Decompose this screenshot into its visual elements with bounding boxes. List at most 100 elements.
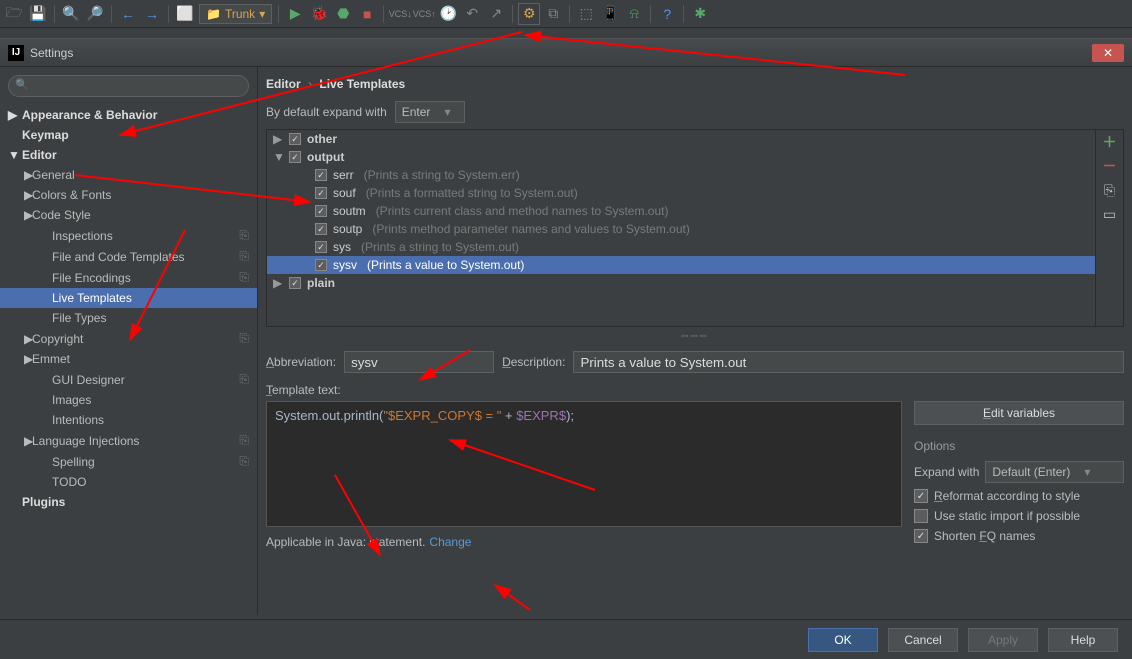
options-title: Options	[914, 439, 1124, 453]
expand-select[interactable]: Enter ▾	[395, 101, 465, 123]
restore-button[interactable]: ▭	[1102, 206, 1118, 222]
back-icon[interactable]: ←	[118, 4, 138, 24]
push-icon[interactable]: ↗	[486, 4, 506, 24]
change-link[interactable]: Change	[429, 535, 471, 549]
sidebar-item[interactable]: ▶Copyright⎘	[0, 328, 257, 349]
tree-arrow-icon: ▶	[24, 434, 33, 448]
sidebar-item[interactable]: ▶Emmet	[0, 349, 257, 369]
template-item[interactable]: serr(Prints a string to System.err)	[267, 166, 1095, 184]
settings-search	[8, 75, 249, 97]
expand-with-select[interactable]: Default (Enter) ▾	[985, 461, 1124, 483]
template-checkbox[interactable]	[315, 259, 327, 271]
chevron-right-icon: ›	[308, 77, 312, 91]
run-config-combo[interactable]: 📁 Trunk ▾	[199, 4, 272, 24]
template-item[interactable]: sysv(Prints a value to System.out)	[267, 256, 1095, 274]
project-structure-icon[interactable]: ⧉	[543, 4, 563, 24]
sidebar-item[interactable]: Keymap	[0, 125, 257, 145]
group-checkbox[interactable]	[289, 151, 301, 163]
sidebar-item[interactable]: Plugins	[0, 492, 257, 512]
reformat-checkbox[interactable]	[914, 489, 928, 503]
forward-icon[interactable]: →	[142, 4, 162, 24]
dialog-titlebar: IJ Settings ✕	[0, 39, 1132, 67]
group-checkbox[interactable]	[289, 277, 301, 289]
binary-icon[interactable]: ⬜	[175, 4, 195, 24]
opt3-label: Shorten FQ names	[934, 529, 1035, 543]
sidebar-item[interactable]: Live Templates	[0, 288, 257, 308]
splitter-grip[interactable]: ┉┉┉	[266, 329, 1124, 343]
android-icon[interactable]: ⍾	[624, 4, 644, 24]
sidebar-item[interactable]: GUI Designer⎘	[0, 369, 257, 390]
sidebar-item[interactable]: ▶Colors & Fonts	[0, 185, 257, 205]
add-button[interactable]: ＋	[1102, 134, 1118, 150]
plugin-icon[interactable]: ✱	[690, 4, 710, 24]
breadcrumb-leaf: Live Templates	[319, 77, 405, 91]
template-item[interactable]: soutp(Prints method parameter names and …	[267, 220, 1095, 238]
vcs-update-icon[interactable]: VCS↓	[390, 4, 410, 24]
dialog-content: ▶Appearance & BehaviorKeymap▼Editor▶Gene…	[0, 67, 1132, 615]
project-badge-icon: ⎘	[239, 270, 249, 285]
shorten-fq-checkbox[interactable]	[914, 529, 928, 543]
abbr-input[interactable]	[344, 351, 494, 373]
ok-button[interactable]: OK	[808, 628, 878, 652]
sidebar-item[interactable]: ▼Editor	[0, 145, 257, 165]
sidebar-item[interactable]: ▶Appearance & Behavior	[0, 105, 257, 125]
template-checkbox[interactable]	[315, 223, 327, 235]
template-checkbox[interactable]	[315, 187, 327, 199]
sdk-icon[interactable]: ⬚	[576, 4, 596, 24]
apply-button[interactable]: Apply	[968, 628, 1038, 652]
search-icon[interactable]: 🔍	[61, 4, 81, 24]
close-icon[interactable]: ✕	[1092, 44, 1124, 62]
sidebar-item[interactable]: File Types	[0, 308, 257, 328]
template-desc: (Prints method parameter names and value…	[372, 222, 1089, 236]
revert-icon[interactable]: ↶	[462, 4, 482, 24]
static-import-checkbox[interactable]	[914, 509, 928, 523]
template-checkbox[interactable]	[315, 169, 327, 181]
dialog-footer: OK Cancel Apply Help	[0, 619, 1132, 659]
copy-button[interactable]: ⎘	[1102, 182, 1118, 198]
template-item[interactable]: souf(Prints a formatted string to System…	[267, 184, 1095, 202]
edit-variables-button[interactable]: Edit variables	[914, 401, 1124, 425]
debug-icon[interactable]: 🐞	[309, 4, 329, 24]
vcs-commit-icon[interactable]: VCS↑	[414, 4, 434, 24]
history-icon[interactable]: 🕑	[438, 4, 458, 24]
template-group[interactable]: ▶other	[267, 130, 1095, 148]
template-text-area[interactable]: System.out.println("$EXPR_COPY$ = " + $E…	[266, 401, 902, 527]
cancel-button[interactable]: Cancel	[888, 628, 958, 652]
sidebar-item-label: File and Code Templates	[52, 250, 185, 264]
template-checkbox[interactable]	[315, 205, 327, 217]
folder-icon: 📁	[206, 7, 221, 21]
search2-icon[interactable]: 🔎	[85, 4, 105, 24]
group-checkbox[interactable]	[289, 133, 301, 145]
sidebar-item[interactable]: ▶General	[0, 165, 257, 185]
help-icon[interactable]: ?	[657, 4, 677, 24]
template-group[interactable]: ▶plain	[267, 274, 1095, 292]
coverage-icon[interactable]: ⬣	[333, 4, 353, 24]
template-desc: (Prints a formatted string to System.out…	[366, 186, 1089, 200]
remove-button[interactable]: －	[1102, 158, 1118, 174]
sidebar-item[interactable]: Intentions	[0, 410, 257, 430]
desc-input[interactable]	[573, 351, 1124, 373]
sidebar-item[interactable]: File Encodings⎘	[0, 267, 257, 288]
sidebar-item[interactable]: Images	[0, 390, 257, 410]
template-item[interactable]: soutm(Prints current class and method na…	[267, 202, 1095, 220]
sidebar-item[interactable]: ▶Code Style	[0, 205, 257, 225]
sidebar-item[interactable]: File and Code Templates ⎘	[0, 246, 257, 267]
help-button[interactable]: Help	[1048, 628, 1118, 652]
template-checkbox[interactable]	[315, 241, 327, 253]
app-icon: IJ	[8, 45, 24, 61]
sidebar-item[interactable]: ▶Language Injections⎘	[0, 430, 257, 451]
template-item[interactable]: sys(Prints a string to System.out)	[267, 238, 1095, 256]
sidebar-item[interactable]: TODO	[0, 472, 257, 492]
stop-icon[interactable]: ■	[357, 4, 377, 24]
sidebar-item[interactable]: Spelling⎘	[0, 451, 257, 472]
save-icon[interactable]: 💾	[28, 4, 48, 24]
avd-icon[interactable]: 📱	[600, 4, 620, 24]
settings-highlighted-icon[interactable]: ⚙	[519, 4, 539, 24]
search-input[interactable]	[8, 75, 249, 97]
run-icon[interactable]: ▶	[285, 4, 305, 24]
open-icon[interactable]: 🗁	[4, 4, 24, 24]
project-badge-icon: ⎘	[239, 249, 249, 264]
tree-arrow-icon: ▶	[24, 188, 33, 202]
template-group[interactable]: ▼output	[267, 148, 1095, 166]
sidebar-item[interactable]: Inspections⎘	[0, 225, 257, 246]
